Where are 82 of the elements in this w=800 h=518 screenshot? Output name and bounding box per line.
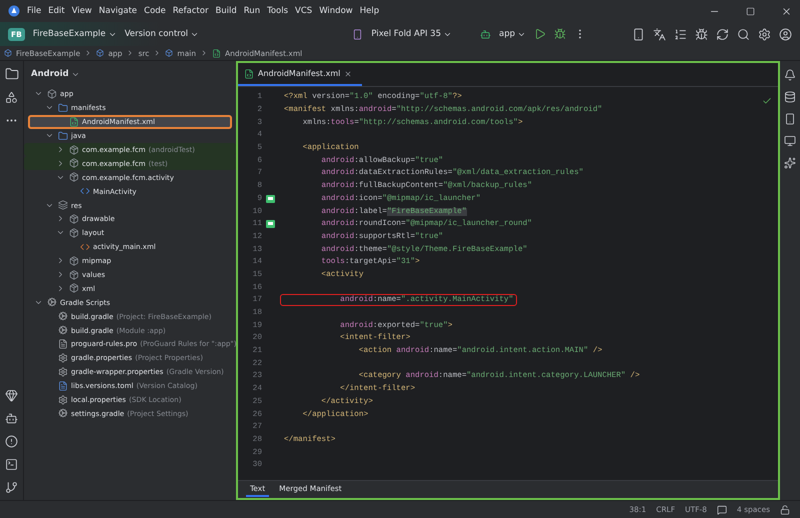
database-icon[interactable] <box>784 91 796 103</box>
module-icon <box>4 49 12 57</box>
project-icon[interactable] <box>4 67 18 81</box>
close-icon[interactable] <box>344 70 352 78</box>
manifest-file-icon <box>212 48 222 58</box>
package-folder-icon <box>69 158 79 168</box>
folder-icon <box>58 130 68 141</box>
menu-item[interactable]: Refactor <box>172 6 208 16</box>
package-folder-icon <box>69 144 79 154</box>
menu-item[interactable]: Window <box>319 6 353 16</box>
unlock-icon[interactable] <box>780 504 790 514</box>
menu-item[interactable]: Help <box>360 6 380 16</box>
properties-icon <box>58 366 68 377</box>
account-icon[interactable] <box>779 28 792 40</box>
phone-icon[interactable] <box>784 113 796 125</box>
search-icon[interactable] <box>737 28 750 40</box>
package-folder-icon <box>69 256 79 266</box>
class-icon <box>80 186 90 196</box>
folder-icon <box>58 102 68 113</box>
problems-icon[interactable] <box>5 435 18 448</box>
settings-icon[interactable] <box>758 28 771 40</box>
list-icon[interactable] <box>674 28 687 40</box>
manifest-file-icon <box>69 116 79 127</box>
panel-view-selector[interactable]: Android <box>31 69 69 79</box>
sparkle-icon[interactable] <box>784 157 796 169</box>
close-icon[interactable] <box>781 6 792 16</box>
chevron-right-icon[interactable] <box>56 145 65 154</box>
comment-icon[interactable] <box>716 504 727 514</box>
android-icon[interactable] <box>5 412 18 425</box>
maximize-icon[interactable] <box>746 6 755 16</box>
properties-icon <box>58 394 68 405</box>
bell-icon[interactable] <box>784 69 796 81</box>
package-folder-icon <box>69 214 79 224</box>
package-folder-icon <box>69 172 79 182</box>
sync-icon[interactable] <box>716 28 729 40</box>
chevron-right-icon[interactable] <box>56 214 65 224</box>
app-logo-icon <box>8 5 20 17</box>
toml-file-icon <box>58 380 68 391</box>
chevron-right-icon[interactable] <box>56 256 65 266</box>
chevron-right-icon[interactable] <box>56 158 65 168</box>
module-icon <box>96 49 104 57</box>
menu-item[interactable]: File <box>27 6 42 16</box>
bug-icon[interactable] <box>695 28 708 40</box>
git-branch-icon[interactable] <box>5 481 18 494</box>
menu-item[interactable]: View <box>72 6 92 16</box>
menu-item[interactable]: Navigate <box>98 6 138 16</box>
gem-icon[interactable] <box>5 389 18 402</box>
xml-file-icon <box>80 242 90 252</box>
version-control-menu[interactable]: Version control <box>124 29 200 39</box>
editor-tab[interactable]: AndroidManifest.xml <box>238 63 362 86</box>
run-icon[interactable] <box>534 28 546 40</box>
phone-icon <box>352 28 364 40</box>
chevron-right-icon[interactable] <box>56 270 65 280</box>
text-file-icon <box>58 338 68 349</box>
monitor-icon[interactable] <box>784 135 796 147</box>
translate-icon[interactable] <box>653 28 666 40</box>
menu-item[interactable]: Code <box>144 6 166 16</box>
package-folder-icon <box>69 228 79 238</box>
menu-item[interactable]: Tools <box>267 6 288 16</box>
android-icon <box>480 28 491 40</box>
menu-item[interactable]: VCS <box>295 6 312 16</box>
image-icon[interactable] <box>266 194 274 203</box>
resource-manager-icon[interactable] <box>5 91 18 104</box>
device-manager-icon[interactable] <box>632 28 645 40</box>
resource-folder-icon <box>58 200 68 210</box>
package-folder-icon <box>69 283 79 294</box>
device-selector[interactable]: Pixel Fold API 35 <box>371 29 452 39</box>
properties-icon <box>58 352 68 363</box>
check-icon <box>762 96 772 106</box>
run-config-selector[interactable]: app <box>499 29 526 39</box>
project-selector[interactable]: FireBaseExample <box>32 29 117 39</box>
menu-item[interactable]: Run <box>244 6 260 16</box>
chevron-right-icon[interactable] <box>56 284 65 293</box>
module-folder-icon <box>47 88 57 99</box>
image-icon[interactable] <box>266 220 274 228</box>
package-folder-icon <box>69 270 79 280</box>
manifest-file-icon <box>244 68 254 78</box>
module-icon <box>165 49 174 57</box>
debug-icon[interactable] <box>554 28 566 40</box>
menu-item[interactable]: Build <box>215 6 237 16</box>
terminal-icon[interactable] <box>5 458 18 471</box>
menu-item[interactable]: Edit <box>48 6 65 16</box>
